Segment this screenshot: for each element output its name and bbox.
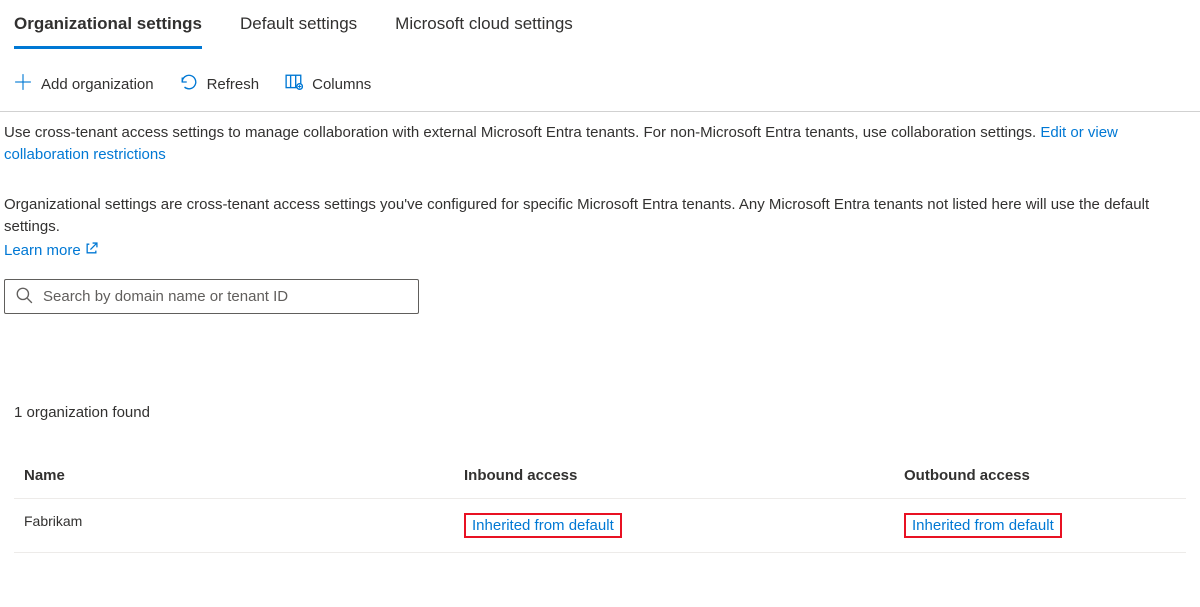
description-2: Organizational settings are cross-tenant… xyxy=(4,194,1196,238)
search-box[interactable] xyxy=(4,279,419,314)
search-input[interactable] xyxy=(43,288,408,305)
cell-name: Fabrikam xyxy=(24,513,464,538)
table-row: Fabrikam Inherited from default Inherite… xyxy=(14,499,1186,553)
columns-label: Columns xyxy=(312,76,371,93)
tab-organizational-settings[interactable]: Organizational settings xyxy=(14,8,202,49)
external-link-icon xyxy=(85,242,98,259)
search-container xyxy=(4,279,419,314)
plus-icon xyxy=(14,73,32,95)
organizations-table: Name Inbound access Outbound access Fabr… xyxy=(14,453,1186,553)
header-inbound: Inbound access xyxy=(464,467,904,484)
learn-more-link[interactable]: Learn more xyxy=(4,242,98,259)
outbound-access-link[interactable]: Inherited from default xyxy=(912,517,1054,534)
tab-default-settings[interactable]: Default settings xyxy=(240,8,357,49)
columns-icon xyxy=(285,73,303,95)
tabs-bar: Organizational settings Default settings… xyxy=(0,0,1200,49)
content-area: Use cross-tenant access settings to mana… xyxy=(0,112,1200,259)
table-header-row: Name Inbound access Outbound access xyxy=(14,453,1186,499)
refresh-button[interactable]: Refresh xyxy=(180,73,260,95)
inbound-highlight: Inherited from default xyxy=(464,513,622,538)
search-icon xyxy=(15,286,33,307)
tab-microsoft-cloud-settings[interactable]: Microsoft cloud settings xyxy=(395,8,573,49)
header-outbound: Outbound access xyxy=(904,467,1176,484)
header-name: Name xyxy=(24,467,464,484)
refresh-label: Refresh xyxy=(207,76,260,93)
outbound-highlight: Inherited from default xyxy=(904,513,1062,538)
description-1-text: Use cross-tenant access settings to mana… xyxy=(4,124,1040,141)
columns-button[interactable]: Columns xyxy=(285,73,371,95)
refresh-icon xyxy=(180,73,198,95)
inbound-access-link[interactable]: Inherited from default xyxy=(472,517,614,534)
learn-more-label: Learn more xyxy=(4,242,81,259)
results-count: 1 organization found xyxy=(14,404,1200,421)
toolbar: Add organization Refresh Columns xyxy=(0,49,1200,112)
add-organization-button[interactable]: Add organization xyxy=(14,73,154,95)
description-1: Use cross-tenant access settings to mana… xyxy=(4,122,1196,166)
add-organization-label: Add organization xyxy=(41,76,154,93)
